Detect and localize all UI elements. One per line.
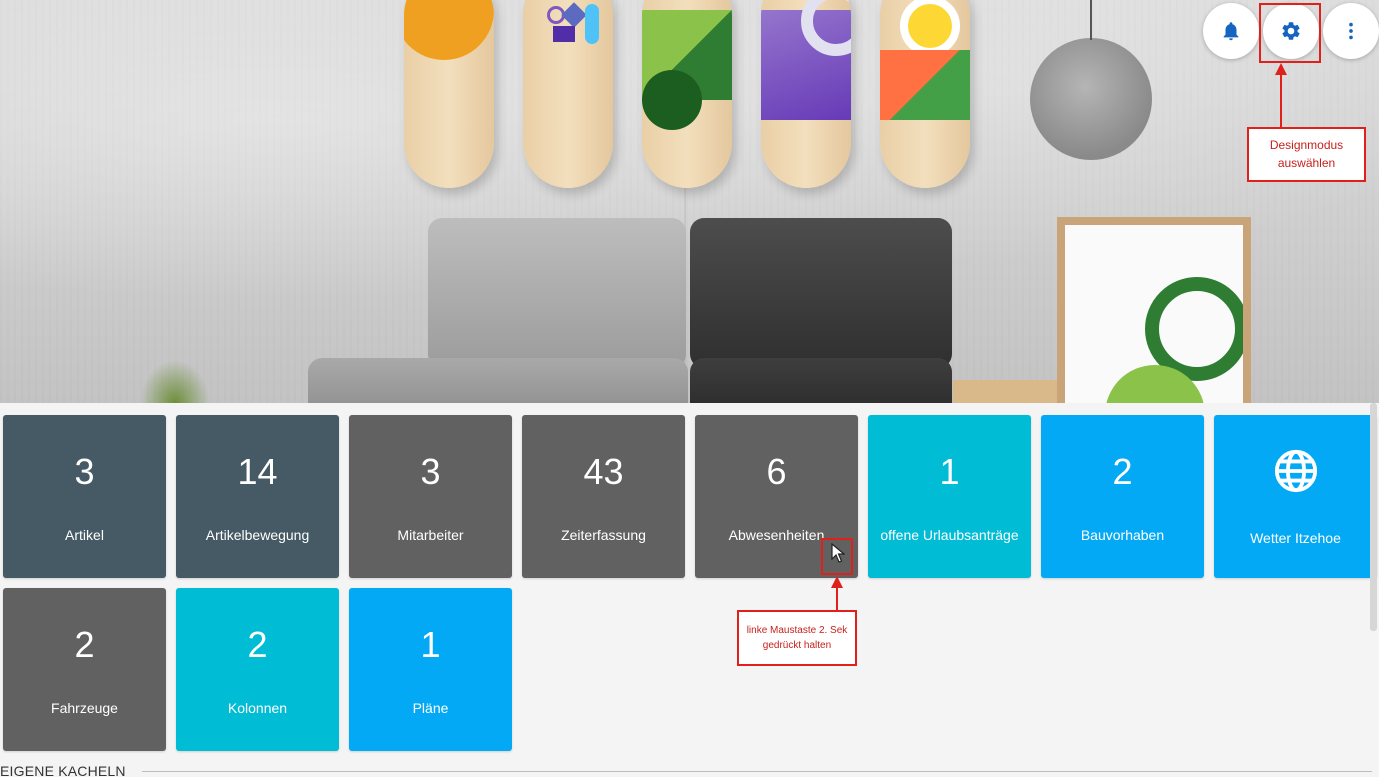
tile-label: Kolonnen: [227, 700, 288, 716]
skateboard-deck-orange: [404, 0, 494, 188]
tile-hold-callout-box: linke Maustaste 2. Sek gedrückt halten: [737, 610, 857, 666]
skateboard-deck-purple-pattern: [523, 0, 613, 188]
tile-count: 1: [420, 624, 441, 665]
bell-icon: [1223, 22, 1239, 41]
tile-label: Wetter Itzehoe: [1250, 530, 1341, 546]
tile-hold-callout-line-2: gedrückt halten: [762, 640, 832, 651]
tile-label: Mitarbeiter: [397, 527, 464, 543]
tile-hold-callout-line-1: linke Maustaste 2. Sek: [746, 625, 848, 636]
settings-callout-line-1: Designmodus: [1269, 138, 1344, 153]
tile-zeiterfassung[interactable]: 43 Zeiterfassung: [522, 415, 685, 578]
tile-count: 1: [939, 451, 960, 492]
tile-artikel[interactable]: 3 Artikel: [3, 415, 166, 578]
tile-count: 3: [420, 451, 441, 492]
tile-label: Fahrzeuge: [51, 700, 118, 716]
tile-label: Pläne: [412, 700, 449, 716]
tile-count: 2: [247, 624, 268, 665]
tile-count: 43: [583, 451, 624, 492]
tile-count: 2: [74, 624, 95, 665]
more-vertical-icon: [1349, 22, 1353, 40]
tile-kolonnen[interactable]: 2 Kolonnen: [176, 588, 339, 751]
tile-mitarbeiter[interactable]: 3 Mitarbeiter: [349, 415, 512, 578]
settings-highlight: [1259, 3, 1321, 63]
tile-artikelbewegung[interactable]: 14 Artikelbewegung: [176, 415, 339, 578]
tile-plaene[interactable]: 1 Pläne: [349, 588, 512, 751]
hero-banner-image: [0, 0, 1379, 403]
settings-callout-line-2: auswählen: [1277, 155, 1336, 170]
scrollbar-thumb[interactable]: [1370, 403, 1377, 631]
tile-label: Artikelbewegung: [205, 527, 310, 543]
tile-fahrzeuge[interactable]: 2 Fahrzeuge: [3, 588, 166, 751]
globe-icon: [1274, 449, 1318, 493]
sofa: [308, 218, 953, 403]
tile-label: offene Urlaubsanträge: [880, 527, 1019, 543]
tile-hold-callout-arrow: [831, 576, 843, 588]
tile-count: 3: [74, 451, 95, 492]
tile-bauvorhaben[interactable]: 2 Bauvorhaben: [1041, 415, 1204, 578]
mouse-cursor-icon: [831, 543, 845, 563]
picture-frame: [1057, 217, 1251, 403]
settings-callout-arrow: [1275, 63, 1287, 75]
pendant-lamp: [1030, 0, 1152, 160]
tile-label: Artikel: [65, 527, 104, 543]
plant: [140, 360, 210, 403]
tile-wetter-itzehoe[interactable]: Wetter Itzehoe: [1214, 415, 1377, 578]
tile-count: 2: [1112, 451, 1133, 492]
skateboard-deck-violet: [761, 0, 851, 188]
notifications-button[interactable]: [1203, 3, 1259, 59]
tile-offene-urlaubsantraege[interactable]: 1 offene Urlaubsanträge: [868, 415, 1031, 578]
tile-label: Zeiterfassung: [561, 527, 646, 543]
skateboard-deck-yellow: [880, 0, 970, 188]
section-title-eigene-kacheln: EIGENE KACHELN: [0, 763, 126, 777]
tile-count: 6: [766, 451, 787, 492]
skateboard-deck-green: [642, 0, 732, 188]
tile-label: Bauvorhaben: [1080, 527, 1165, 543]
section-divider: [142, 771, 1372, 772]
tile-hold-callout-line: [836, 587, 838, 610]
settings-callout-line: [1280, 74, 1282, 127]
tile-count: 14: [237, 451, 278, 492]
settings-callout-box: Designmodus auswählen: [1247, 127, 1366, 182]
more-button[interactable]: [1323, 3, 1379, 59]
